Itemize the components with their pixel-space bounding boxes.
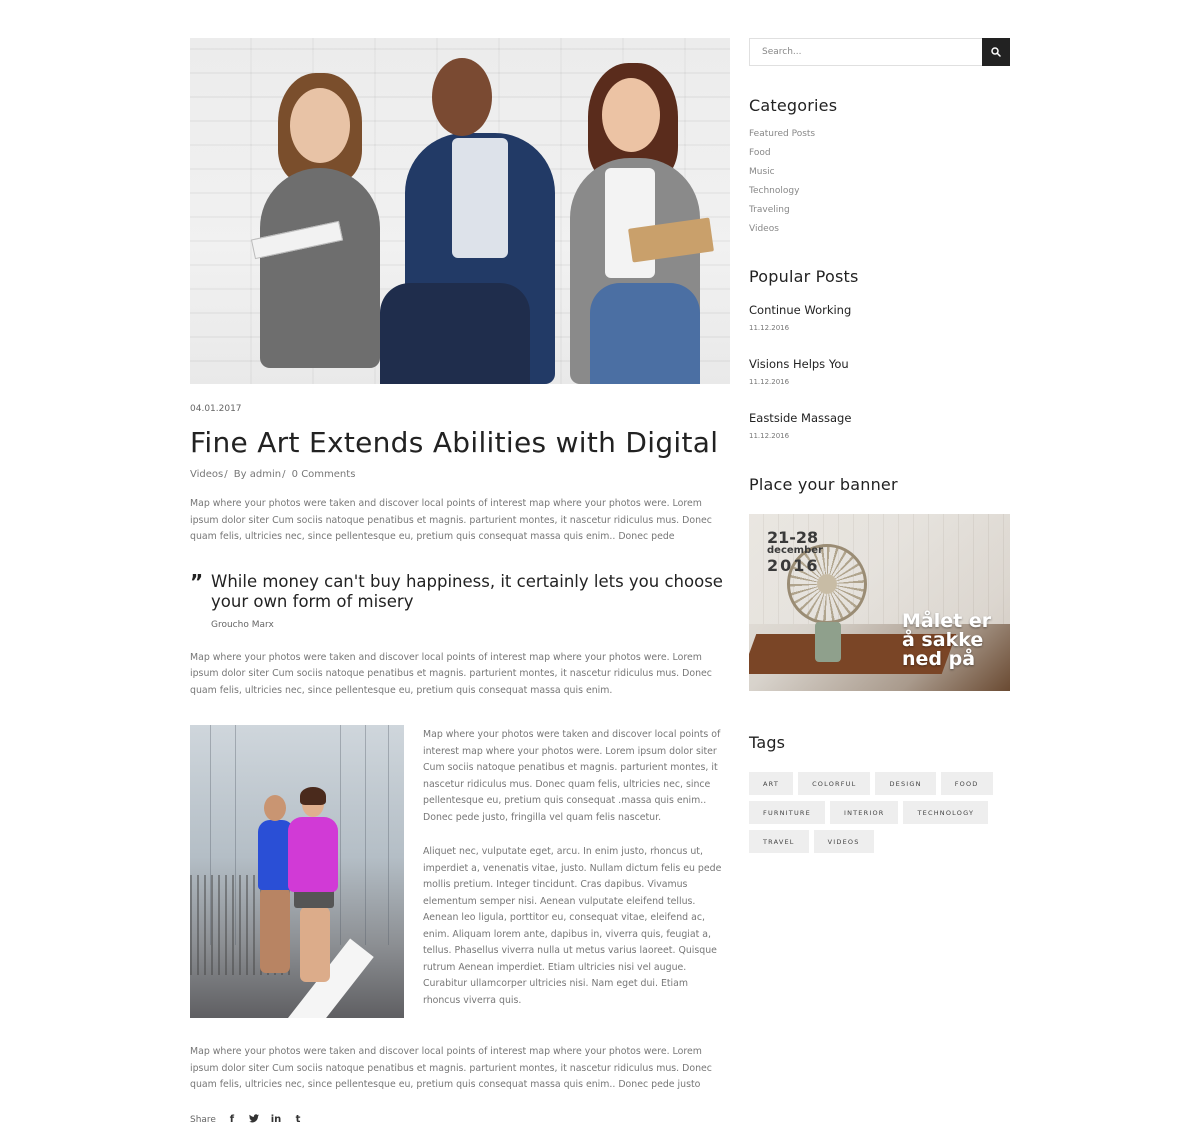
meta-author-link[interactable]: By admin — [234, 469, 281, 480]
man-face — [432, 58, 492, 136]
runner-woman-hair — [300, 787, 326, 805]
popular-post-date: 11.12.2016 — [749, 324, 790, 332]
widget-title: Tags — [749, 733, 786, 752]
search-icon — [991, 47, 1001, 57]
image-text-row: Map where your photos were taken and dis… — [190, 725, 730, 1018]
category-link-technology[interactable]: Technology — [749, 186, 1010, 205]
banner-dates: 21-28 december 2016 — [767, 528, 823, 575]
post-quote: ” While money can't buy happiness, it ce… — [190, 572, 730, 630]
banner-year: 2016 — [767, 556, 820, 575]
category-list: Featured Posts Food Music Technology Tra… — [749, 129, 1010, 243]
tag-food[interactable]: FOOD — [940, 772, 993, 795]
meta-category-link[interactable]: Videos — [190, 469, 223, 480]
woman-left — [260, 168, 380, 368]
banner-widget: Place your banner 21-28 december 2016 Må… — [749, 475, 1010, 691]
tag-design[interactable]: DESIGN — [875, 772, 936, 795]
runner-woman — [288, 817, 338, 892]
bridge-cable — [388, 725, 389, 945]
post-paragraph: Map where your photos were taken and dis… — [423, 729, 721, 823]
runner-woman-legs — [300, 907, 330, 982]
banner-slogan-line: ned på — [902, 648, 976, 670]
runners-image — [190, 725, 404, 1018]
fan-stand — [815, 622, 841, 662]
search-button[interactable] — [982, 38, 1010, 66]
tags-widget: Tags ART COLORFUL DESIGN FOOD FURNITURE … — [749, 733, 1010, 853]
category-link-videos[interactable]: Videos — [749, 224, 1010, 243]
share-label: Share — [190, 1114, 216, 1125]
hero-image — [190, 38, 730, 384]
tag-cloud: ART COLORFUL DESIGN FOOD FURNITURE INTER… — [749, 772, 1010, 853]
search-input[interactable] — [749, 38, 982, 66]
tag-technology[interactable]: TECHNOLOGY — [903, 801, 989, 824]
tag-art[interactable]: ART — [749, 772, 794, 795]
woman-left-face — [290, 88, 350, 163]
post-paragraph: Map where your photos were taken and dis… — [190, 651, 712, 696]
bridge-cable — [365, 725, 366, 945]
tag-furniture[interactable]: FURNITURE — [749, 801, 825, 824]
post-paragraph: Aliquet nec, vulputate eget, arcu. In en… — [423, 846, 722, 1006]
facebook-icon[interactable]: f — [226, 1114, 238, 1125]
runner-man-head — [264, 795, 286, 821]
popular-post-link[interactable]: Eastside Massage — [749, 411, 1010, 425]
widget-title: Categories — [749, 96, 838, 115]
share-bar: Share f in t — [190, 1113, 730, 1133]
post-meta: Videos/ By admin/ 0 Comments — [190, 469, 356, 480]
bridge-cable — [340, 725, 341, 945]
sidebar: Categories Featured Posts Food Music Tec… — [749, 38, 1010, 853]
category-link-food[interactable]: Food — [749, 148, 1010, 167]
tag-colorful[interactable]: COLORFUL — [798, 772, 871, 795]
widget-title: Place your banner — [749, 475, 898, 494]
banner-month: december — [767, 545, 823, 556]
tag-interior[interactable]: INTERIOR — [829, 801, 899, 824]
quote-icon: ” — [190, 569, 204, 594]
banner-slogan: Målet er å sakke ned på — [902, 612, 991, 669]
categories-widget: Categories Featured Posts Food Music Tec… — [749, 96, 1010, 243]
linkedin-icon[interactable]: in — [270, 1114, 282, 1125]
man-trousers — [380, 283, 530, 384]
runner-man-legs — [260, 888, 290, 973]
category-link-music[interactable]: Music — [749, 167, 1010, 186]
tag-travel[interactable]: TRAVEL — [749, 830, 809, 853]
category-link-featured-posts[interactable]: Featured Posts — [749, 129, 1010, 148]
post-paragraph: Map where your photos were taken and dis… — [190, 498, 712, 542]
popular-post: Continue Working 11.12.2016 — [749, 303, 1010, 332]
tag-videos[interactable]: VIDEOS — [813, 830, 874, 853]
woman-right-face — [602, 78, 660, 152]
tumblr-icon[interactable]: t — [292, 1114, 304, 1125]
woman-right-blouse — [605, 168, 655, 278]
quote-text: While money can't buy happiness, it cert… — [211, 571, 723, 612]
post-title: Fine Art Extends Abilities with Digital — [190, 426, 719, 459]
popular-posts-widget: Popular Posts Continue Working 11.12.201… — [749, 267, 1010, 440]
woman-right-jeans — [590, 283, 700, 384]
article: 04.01.2017 Fine Art Extends Abilities wi… — [190, 38, 730, 1133]
category-link-traveling[interactable]: Traveling — [749, 205, 1010, 224]
meta-comments-link[interactable]: 0 Comments — [292, 469, 356, 480]
side-text: Map where your photos were taken and dis… — [423, 727, 728, 1018]
popular-post-date: 11.12.2016 — [749, 378, 790, 386]
man-shirt — [452, 138, 508, 258]
twitter-icon[interactable] — [248, 1113, 260, 1126]
post-date: 04.01.2017 — [190, 404, 242, 414]
widget-title: Popular Posts — [749, 267, 859, 286]
popular-post-link[interactable]: Continue Working — [749, 303, 1010, 317]
popular-post-link[interactable]: Visions Helps You — [749, 357, 1010, 371]
popular-post: Eastside Massage 11.12.2016 — [749, 411, 1010, 440]
post-paragraph: Map where your photos were taken and dis… — [190, 1046, 712, 1090]
banner-ad[interactable]: 21-28 december 2016 Målet er å sakke ned… — [749, 514, 1010, 691]
popular-post: Visions Helps You 11.12.2016 — [749, 357, 1010, 386]
quote-author: Groucho Marx — [211, 619, 274, 630]
popular-post-date: 11.12.2016 — [749, 432, 790, 440]
search-form — [749, 38, 1010, 66]
